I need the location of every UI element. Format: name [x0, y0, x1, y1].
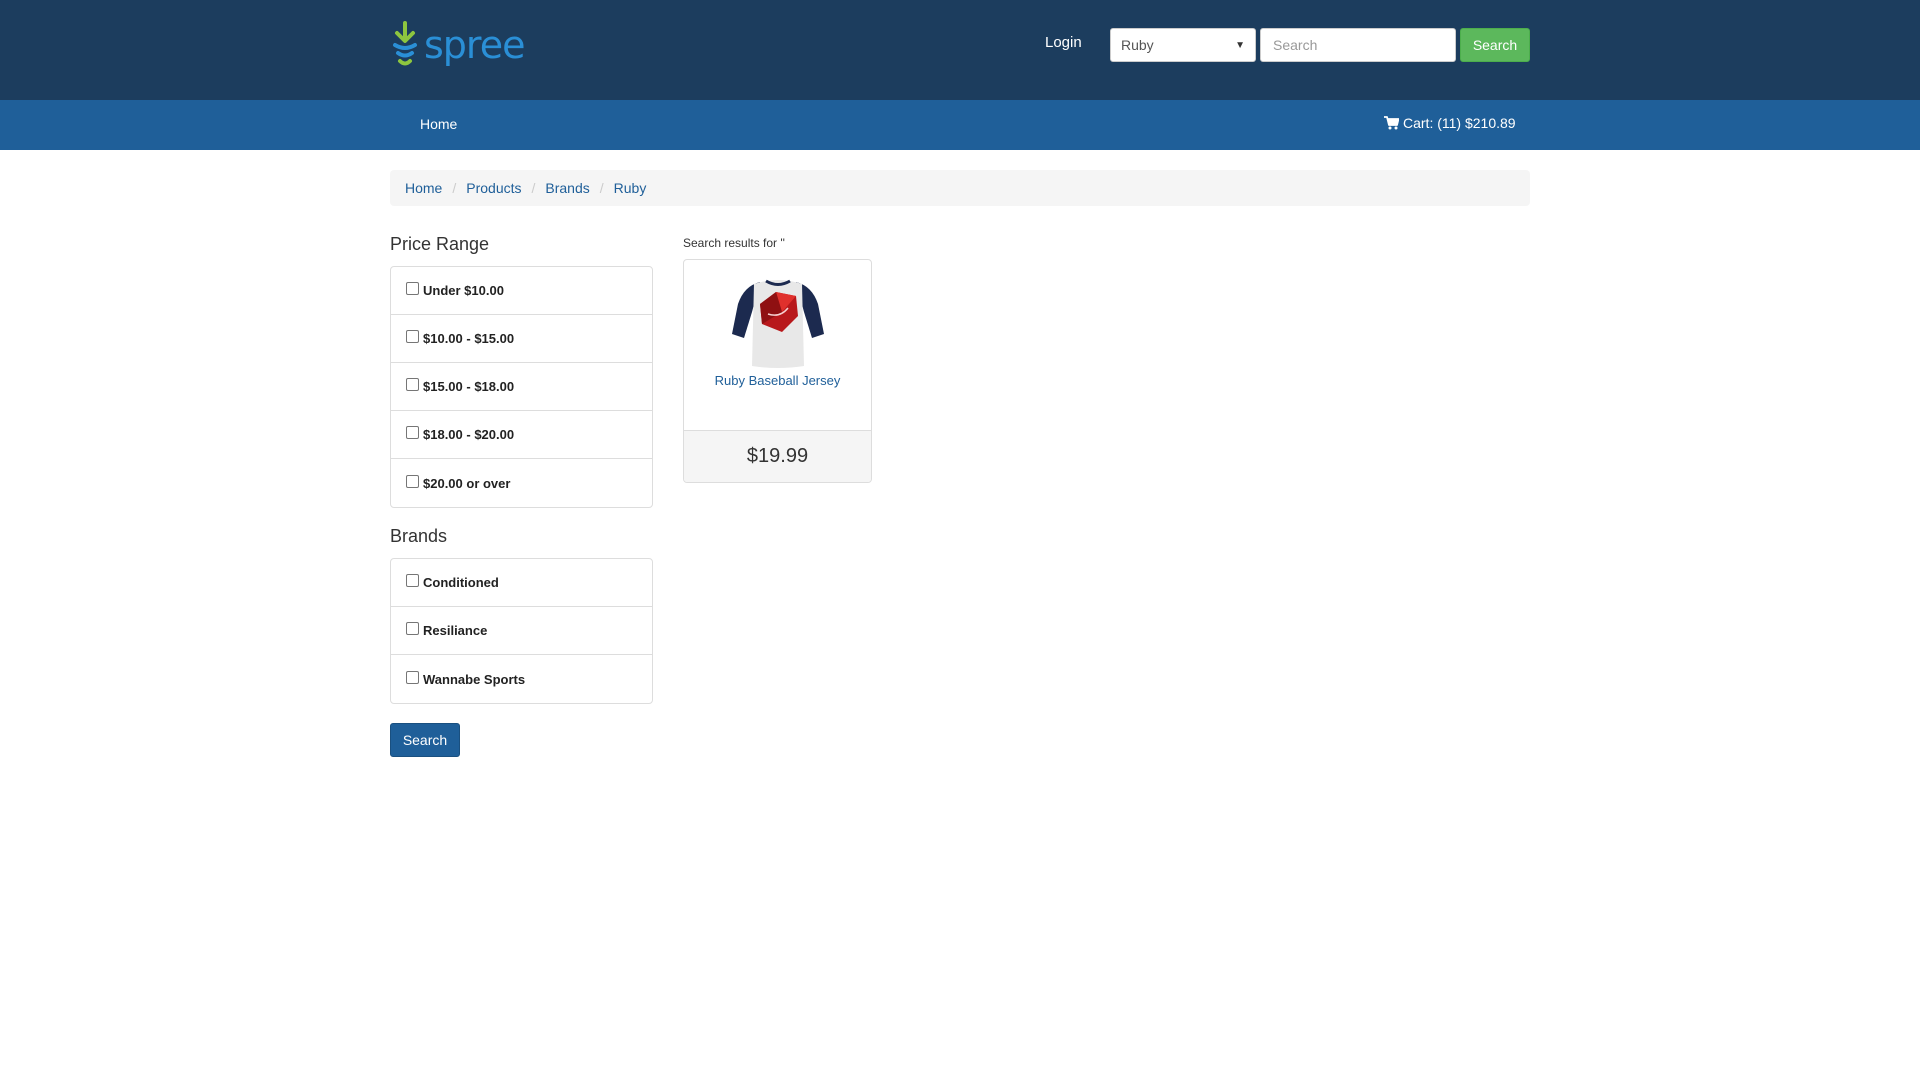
taxon-select-value: Ruby	[1121, 37, 1154, 53]
filter-search-button[interactable]: Search	[390, 723, 460, 757]
product-image[interactable]	[730, 274, 826, 370]
product-card[interactable]: Ruby Baseball Jersey $19.99	[683, 259, 872, 483]
breadcrumb-separator: /	[531, 180, 536, 196]
chevron-down-icon: ▼	[1235, 39, 1245, 51]
price-option[interactable]: $18.00 - $20.00	[391, 411, 652, 459]
product-name[interactable]: Ruby Baseball Jersey	[684, 373, 871, 388]
breadcrumb-separator: /	[599, 180, 604, 196]
price-option[interactable]: Under $10.00	[391, 267, 652, 315]
product-price: $19.99	[684, 430, 871, 482]
cart-label: Cart: (11) $210.89	[1403, 115, 1516, 131]
spree-logo[interactable]: spree	[390, 20, 525, 70]
price-range-filter: Under $10.00 $10.00 - $15.00 $15.00 - $1…	[390, 266, 653, 508]
breadcrumb-home[interactable]: Home	[405, 180, 442, 196]
search-input[interactable]	[1260, 28, 1456, 62]
breadcrumb-products[interactable]: Products	[466, 180, 521, 196]
brands-title: Brands	[390, 526, 448, 546]
checkbox[interactable]	[406, 330, 419, 343]
brand-option[interactable]: Resiliance	[391, 607, 652, 655]
brand-option[interactable]: Wannabe Sports	[391, 655, 652, 703]
checkbox[interactable]	[406, 474, 419, 488]
header-search-button[interactable]: Search	[1460, 28, 1530, 62]
cart-icon	[1384, 116, 1399, 130]
checkbox[interactable]	[406, 282, 419, 295]
checkbox[interactable]	[406, 622, 419, 635]
site-header: spree Login Ruby ▼ Search	[0, 0, 1920, 100]
price-option[interactable]: $10.00 - $15.00	[391, 315, 652, 363]
price-range-title: Price Range	[390, 234, 490, 254]
checkbox[interactable]	[406, 670, 419, 684]
brands-filter: Conditioned Resiliance Wannabe Sports	[390, 558, 653, 704]
logo-text: spree	[424, 23, 525, 67]
login-link[interactable]: Login	[1045, 34, 1082, 51]
nav-home-link[interactable]: Home	[420, 116, 457, 132]
search-results-label: Search results for ''	[683, 236, 785, 250]
spree-logo-icon	[393, 21, 417, 66]
breadcrumb: Home / Products / Brands / Ruby	[390, 170, 1530, 206]
checkbox[interactable]	[406, 378, 419, 391]
breadcrumb-ruby[interactable]: Ruby	[614, 180, 647, 196]
price-option[interactable]: $15.00 - $18.00	[391, 363, 652, 411]
checkbox[interactable]	[406, 574, 419, 587]
main-navbar: Home Cart: (11) $210.89	[0, 100, 1920, 150]
checkbox[interactable]	[406, 426, 419, 439]
taxon-select[interactable]: Ruby ▼	[1110, 28, 1256, 62]
brand-option[interactable]: Conditioned	[391, 559, 652, 607]
breadcrumb-brands[interactable]: Brands	[545, 180, 589, 196]
cart-link[interactable]: Cart: (11) $210.89	[1384, 115, 1516, 131]
price-option[interactable]: $20.00 or over	[391, 459, 652, 507]
breadcrumb-separator: /	[452, 180, 457, 196]
